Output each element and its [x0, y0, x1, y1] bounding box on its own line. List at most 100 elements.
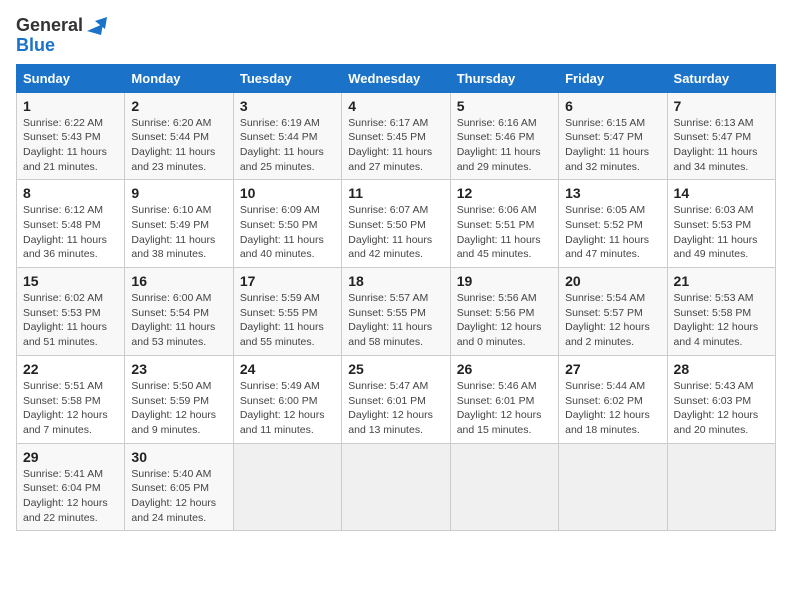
logo: General Blue [16, 16, 107, 56]
day-number: 29 [23, 449, 118, 465]
day-info: Sunrise: 6:10 AMSunset: 5:49 PMDaylight:… [131, 203, 226, 262]
day-number: 5 [457, 98, 552, 114]
day-info: Sunrise: 5:51 AMSunset: 5:58 PMDaylight:… [23, 379, 118, 438]
day-info: Sunrise: 6:16 AMSunset: 5:46 PMDaylight:… [457, 116, 552, 175]
logo-arrow-icon [85, 17, 107, 35]
week-row-5: 29 Sunrise: 5:41 AMSunset: 6:04 PMDayligh… [17, 443, 776, 531]
calendar-header-row: SundayMondayTuesdayWednesdayThursdayFrid… [17, 64, 776, 92]
day-info: Sunrise: 5:59 AMSunset: 5:55 PMDaylight:… [240, 291, 335, 350]
calendar-cell: 9 Sunrise: 6:10 AMSunset: 5:49 PMDaylight… [125, 180, 233, 268]
calendar-cell: 22 Sunrise: 5:51 AMSunset: 5:58 PMDayligh… [17, 355, 125, 443]
day-number: 9 [131, 185, 226, 201]
calendar-cell: 14 Sunrise: 6:03 AMSunset: 5:53 PMDayligh… [667, 180, 775, 268]
col-header-friday: Friday [559, 64, 667, 92]
calendar-cell: 16 Sunrise: 6:00 AMSunset: 5:54 PMDayligh… [125, 268, 233, 356]
day-number: 28 [674, 361, 769, 377]
day-info: Sunrise: 5:44 AMSunset: 6:02 PMDaylight:… [565, 379, 660, 438]
day-info: Sunrise: 6:20 AMSunset: 5:44 PMDaylight:… [131, 116, 226, 175]
day-info: Sunrise: 6:09 AMSunset: 5:50 PMDaylight:… [240, 203, 335, 262]
col-header-wednesday: Wednesday [342, 64, 450, 92]
day-number: 17 [240, 273, 335, 289]
calendar-cell: 24 Sunrise: 5:49 AMSunset: 6:00 PMDayligh… [233, 355, 341, 443]
day-info: Sunrise: 6:06 AMSunset: 5:51 PMDaylight:… [457, 203, 552, 262]
day-info: Sunrise: 5:50 AMSunset: 5:59 PMDaylight:… [131, 379, 226, 438]
calendar-cell: 13Sunrise: 6:05 AMSunset: 5:52 PMDayligh… [559, 180, 667, 268]
day-info: Sunrise: 6:17 AMSunset: 5:45 PMDaylight:… [348, 116, 443, 175]
calendar-cell: 4 Sunrise: 6:17 AMSunset: 5:45 PMDaylight… [342, 92, 450, 180]
day-number: 3 [240, 98, 335, 114]
week-row-1: 1Sunrise: 6:22 AMSunset: 5:43 PMDaylight… [17, 92, 776, 180]
day-info: Sunrise: 5:54 AMSunset: 5:57 PMDaylight:… [565, 291, 660, 350]
day-number: 21 [674, 273, 769, 289]
day-number: 22 [23, 361, 118, 377]
col-header-monday: Monday [125, 64, 233, 92]
calendar-cell: 30 Sunrise: 5:40 AMSunset: 6:05 PMDayligh… [125, 443, 233, 531]
calendar-cell [233, 443, 341, 531]
calendar-cell: 17 Sunrise: 5:59 AMSunset: 5:55 PMDayligh… [233, 268, 341, 356]
day-number: 12 [457, 185, 552, 201]
day-number: 7 [674, 98, 769, 114]
day-number: 10 [240, 185, 335, 201]
calendar-cell: 19 Sunrise: 5:56 AMSunset: 5:56 PMDayligh… [450, 268, 558, 356]
day-number: 27 [565, 361, 660, 377]
col-header-thursday: Thursday [450, 64, 558, 92]
calendar-cell: 25 Sunrise: 5:47 AMSunset: 6:01 PMDayligh… [342, 355, 450, 443]
calendar-cell: 23 Sunrise: 5:50 AMSunset: 5:59 PMDayligh… [125, 355, 233, 443]
calendar-cell: 28Sunrise: 5:43 AMSunset: 6:03 PMDayligh… [667, 355, 775, 443]
day-number: 14 [674, 185, 769, 201]
day-info: Sunrise: 5:46 AMSunset: 6:01 PMDaylight:… [457, 379, 552, 438]
logo-text: General Blue [16, 16, 107, 56]
calendar-cell: 1Sunrise: 6:22 AMSunset: 5:43 PMDaylight… [17, 92, 125, 180]
calendar-table: SundayMondayTuesdayWednesdayThursdayFrid… [16, 64, 776, 532]
day-info: Sunrise: 6:19 AMSunset: 5:44 PMDaylight:… [240, 116, 335, 175]
calendar-cell: 27 Sunrise: 5:44 AMSunset: 6:02 PMDayligh… [559, 355, 667, 443]
calendar-cell: 12 Sunrise: 6:06 AMSunset: 5:51 PMDayligh… [450, 180, 558, 268]
day-info: Sunrise: 6:05 AMSunset: 5:52 PMDaylight:… [565, 203, 660, 262]
day-number: 24 [240, 361, 335, 377]
day-info: Sunrise: 5:49 AMSunset: 6:00 PMDaylight:… [240, 379, 335, 438]
calendar-cell [559, 443, 667, 531]
week-row-3: 15 Sunrise: 6:02 AMSunset: 5:53 PMDayligh… [17, 268, 776, 356]
calendar-cell: 20Sunrise: 5:54 AMSunset: 5:57 PMDayligh… [559, 268, 667, 356]
calendar-body: 1Sunrise: 6:22 AMSunset: 5:43 PMDaylight… [17, 92, 776, 531]
week-row-4: 22 Sunrise: 5:51 AMSunset: 5:58 PMDayligh… [17, 355, 776, 443]
calendar-cell: 10 Sunrise: 6:09 AMSunset: 5:50 PMDayligh… [233, 180, 341, 268]
calendar-cell: 7Sunrise: 6:13 AMSunset: 5:47 PMDaylight… [667, 92, 775, 180]
day-number: 2 [131, 98, 226, 114]
day-number: 18 [348, 273, 443, 289]
calendar-cell: 21 Sunrise: 5:53 AMSunset: 5:58 PMDayligh… [667, 268, 775, 356]
day-info: Sunrise: 5:56 AMSunset: 5:56 PMDaylight:… [457, 291, 552, 350]
day-info: Sunrise: 5:47 AMSunset: 6:01 PMDaylight:… [348, 379, 443, 438]
col-header-saturday: Saturday [667, 64, 775, 92]
day-number: 4 [348, 98, 443, 114]
day-number: 23 [131, 361, 226, 377]
day-info: Sunrise: 6:07 AMSunset: 5:50 PMDaylight:… [348, 203, 443, 262]
day-number: 30 [131, 449, 226, 465]
day-info: Sunrise: 6:03 AMSunset: 5:53 PMDaylight:… [674, 203, 769, 262]
day-info: Sunrise: 5:53 AMSunset: 5:58 PMDaylight:… [674, 291, 769, 350]
calendar-cell: 3 Sunrise: 6:19 AMSunset: 5:44 PMDaylight… [233, 92, 341, 180]
day-info: Sunrise: 6:02 AMSunset: 5:53 PMDaylight:… [23, 291, 118, 350]
day-number: 16 [131, 273, 226, 289]
day-info: Sunrise: 6:00 AMSunset: 5:54 PMDaylight:… [131, 291, 226, 350]
calendar-cell [667, 443, 775, 531]
col-header-tuesday: Tuesday [233, 64, 341, 92]
day-number: 1 [23, 98, 118, 114]
day-info: Sunrise: 5:57 AMSunset: 5:55 PMDaylight:… [348, 291, 443, 350]
calendar-cell: 15 Sunrise: 6:02 AMSunset: 5:53 PMDayligh… [17, 268, 125, 356]
day-number: 25 [348, 361, 443, 377]
calendar-cell [450, 443, 558, 531]
day-number: 15 [23, 273, 118, 289]
calendar-cell [342, 443, 450, 531]
day-info: Sunrise: 5:41 AMSunset: 6:04 PMDaylight:… [23, 467, 118, 526]
calendar-cell: 29 Sunrise: 5:41 AMSunset: 6:04 PMDayligh… [17, 443, 125, 531]
calendar-cell: 8Sunrise: 6:12 AMSunset: 5:48 PMDaylight… [17, 180, 125, 268]
day-number: 11 [348, 185, 443, 201]
calendar-cell: 6Sunrise: 6:15 AMSunset: 5:47 PMDaylight… [559, 92, 667, 180]
col-header-sunday: Sunday [17, 64, 125, 92]
logo-general: General [16, 16, 83, 36]
day-info: Sunrise: 5:40 AMSunset: 6:05 PMDaylight:… [131, 467, 226, 526]
calendar-cell: 5 Sunrise: 6:16 AMSunset: 5:46 PMDaylight… [450, 92, 558, 180]
day-number: 8 [23, 185, 118, 201]
day-number: 19 [457, 273, 552, 289]
